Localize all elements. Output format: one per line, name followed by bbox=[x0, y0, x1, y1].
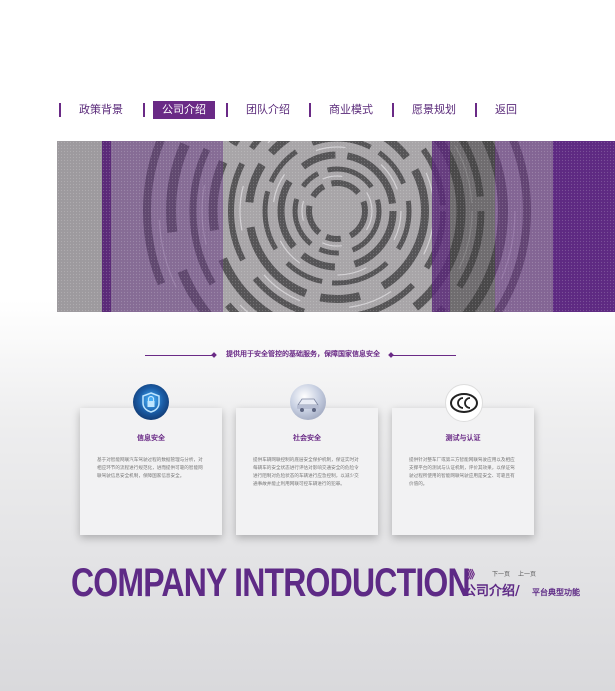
nav-item-company-intro[interactable]: 公司介绍 bbox=[153, 101, 215, 119]
vehicle-icon bbox=[290, 384, 326, 420]
nav-separator bbox=[226, 103, 228, 117]
nav-separator bbox=[143, 103, 145, 117]
nav-separator bbox=[309, 103, 311, 117]
tagline-diamond-left bbox=[211, 352, 217, 358]
section-title-cn: 公司介绍/ bbox=[463, 584, 520, 599]
banner-graphic bbox=[57, 141, 615, 312]
feature-card-testing-certification: 测试与认证 提供针对整车厂或第三方智能网联驾驶应用以及相应支撑平台的测试与认证机… bbox=[392, 408, 534, 535]
nav-item-vision-plan[interactable]: 愿景规划 bbox=[404, 101, 464, 119]
card-description: 基于对智能网联汽车驾驶过程的数据管理与分析，对相应环节的流程进行规范化，进而提供… bbox=[97, 458, 203, 479]
company-introduction-heading: COMPANY INTRODUCTION bbox=[71, 561, 471, 605]
tagline-text: 提供用于安全管控的基础服务，保障国家信息安全 bbox=[226, 350, 380, 358]
feature-card-info-security: 信息安全 基于对智能网联汽车驾驶过程的数据管理与分析，对相应环节的流程进行规范化… bbox=[80, 408, 222, 535]
card-title: 测试与认证 bbox=[445, 434, 481, 442]
nav-item-team-intro[interactable]: 团队介绍 bbox=[238, 101, 298, 119]
nav-separator bbox=[475, 103, 477, 117]
nav-separator bbox=[392, 103, 394, 117]
hero-banner-image bbox=[57, 141, 615, 312]
top-nav: 政策背景 公司介绍 团队介绍 商业模式 愿景规划 返回 bbox=[56, 101, 526, 119]
section-subtitle-cn: 平台典型功能 bbox=[532, 588, 580, 597]
nav-separator bbox=[59, 103, 61, 117]
next-page-link[interactable]: 下一页 bbox=[492, 569, 510, 578]
card-description: 提供车辆网联控制的底层安全保护机制，保证实时对每辆车的安全状态进行评估对影响交通… bbox=[253, 458, 359, 487]
previous-page-link[interactable]: 上一页 bbox=[518, 569, 536, 578]
tagline-divider-left bbox=[145, 355, 213, 356]
nav-item-back[interactable]: 返回 bbox=[488, 101, 524, 119]
card-description: 提供针对整车厂或第三方智能网联驾驶应用以及相应支撑平台的测试与认证机制，评价其效… bbox=[409, 458, 515, 487]
nav-item-business-model[interactable]: 商业模式 bbox=[321, 101, 381, 119]
card-title: 信息安全 bbox=[137, 434, 165, 442]
ccc-certification-icon bbox=[445, 384, 483, 422]
card-title: 社会安全 bbox=[293, 434, 321, 442]
shield-lock-icon bbox=[133, 384, 169, 420]
tagline-divider-right bbox=[392, 355, 456, 356]
nav-item-policy-background[interactable]: 政策背景 bbox=[71, 101, 131, 119]
feature-card-social-security: 社会安全 提供车辆网联控制的底层安全保护机制，保证实时对每辆车的安全状态进行评估… bbox=[236, 408, 378, 535]
